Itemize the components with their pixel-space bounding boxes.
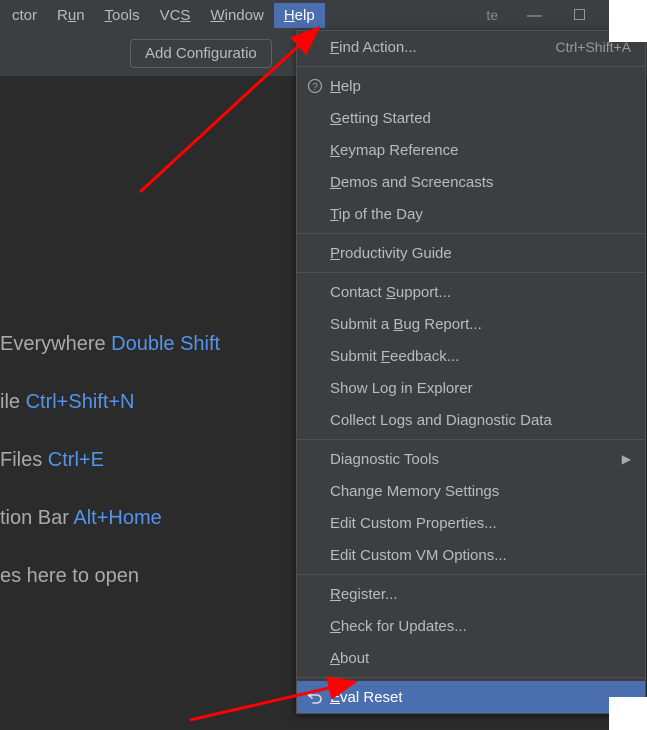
menu-item[interactable]: Eval Reset [297,681,645,713]
menu-item-label: Help [330,78,631,95]
menu-item[interactable]: Show Log in Explorer [297,372,645,404]
menu-item-label: Tip of the Day [330,206,631,223]
help-menu: Find Action...Ctrl+Shift+A? Help Getting S… [296,30,646,714]
menu-item-label: Check for Updates... [330,618,631,635]
menu-item[interactable]: Diagnostic Tools▶ [297,443,645,475]
menu-item[interactable]: ? Help [297,70,645,102]
shortcut-ctrl-e: Ctrl+E [48,449,104,471]
welcome-line-recent-files: Files Ctrl+E [0,446,296,474]
menu-item[interactable]: Productivity Guide [297,237,645,269]
menu-item-label: Change Memory Settings [330,483,631,500]
welcome-line-search-everywhere: Everywhere Double Shift [0,330,296,358]
menu-item-label: Edit Custom VM Options... [330,547,631,564]
menu-item[interactable]: Collect Logs and Diagnostic Data [297,404,645,436]
menu-item-label: Show Log in Explorer [330,380,631,397]
menubar: ctorRunToolsVCSWindowHelpte—☐✕ [0,0,647,30]
menubar-item[interactable]: ctor [2,3,47,28]
menu-item-label: Productivity Guide [330,245,631,262]
menubar-item[interactable]: Tools [95,3,150,28]
menu-item[interactable]: Tip of the Day [297,198,645,230]
menu-item-label: Eval Reset [330,689,631,706]
menu-item-label: Getting Started [330,110,631,127]
menu-item-label: Collect Logs and Diagnostic Data [330,412,631,429]
chevron-right-icon: ▶ [622,452,631,466]
crop-strip-bottom [609,697,647,730]
menu-item[interactable]: Getting Started [297,102,645,134]
menubar-item[interactable]: Help [274,3,325,28]
welcome-line-nav-bar: tion Bar Alt+Home [0,504,296,532]
question-icon: ? [307,78,330,94]
menu-separator [297,272,645,273]
maximize-button[interactable]: ☐ [557,0,602,30]
menu-item[interactable]: Edit Custom VM Options... [297,539,645,571]
menu-separator [297,439,645,440]
menubar-item[interactable]: Run [47,3,95,28]
menu-item[interactable]: Submit a Bug Report... [297,308,645,340]
menu-item-label: Diagnostic Tools [330,451,622,468]
menu-separator [297,66,645,67]
menu-item[interactable]: Check for Updates... [297,610,645,642]
menu-item[interactable]: Contact Support... [297,276,645,308]
add-configuration-button[interactable]: Add Configuratio [130,39,272,68]
menu-item-label: Submit Feedback... [330,348,631,365]
menu-item-label: Submit a Bug Report... [330,316,631,333]
menu-item-label: Register... [330,586,631,603]
undo-icon [307,689,330,705]
menu-item-label: Contact Support... [330,284,631,301]
menu-item[interactable]: Keymap Reference [297,134,645,166]
welcome-line-goto-file: ile Ctrl+Shift+N [0,388,296,416]
menubar-item[interactable]: VCS [150,3,201,28]
menu-item[interactable]: Find Action...Ctrl+Shift+A [297,31,645,63]
menu-item-label: Edit Custom Properties... [330,515,631,532]
welcome-line-drop-files: es here to open [0,562,296,590]
menubar-item[interactable]: Window [200,3,273,28]
menu-item[interactable]: Submit Feedback... [297,340,645,372]
menu-item-label: About [330,650,631,667]
menu-separator [297,677,645,678]
crop-strip-top [609,0,647,42]
shortcut-double-shift: Double Shift [111,333,220,355]
menu-item[interactable]: About [297,642,645,674]
window-title: te [472,7,512,23]
menu-item[interactable]: Register... [297,578,645,610]
menu-item-label: Find Action... [330,39,556,56]
menu-item-label: Demos and Screencasts [330,174,631,191]
menu-separator [297,233,645,234]
menu-item[interactable]: Edit Custom Properties... [297,507,645,539]
menu-item-label: Keymap Reference [330,142,631,159]
welcome-shortcuts: Everywhere Double Shift ile Ctrl+Shift+N… [0,330,296,620]
shortcut-alt-home: Alt+Home [73,507,161,529]
menu-item[interactable]: Change Memory Settings [297,475,645,507]
svg-text:?: ? [312,82,318,93]
menu-item[interactable]: Demos and Screencasts [297,166,645,198]
menu-separator [297,574,645,575]
shortcut-ctrl-shift-n: Ctrl+Shift+N [26,391,135,413]
minimize-button[interactable]: — [512,0,557,30]
